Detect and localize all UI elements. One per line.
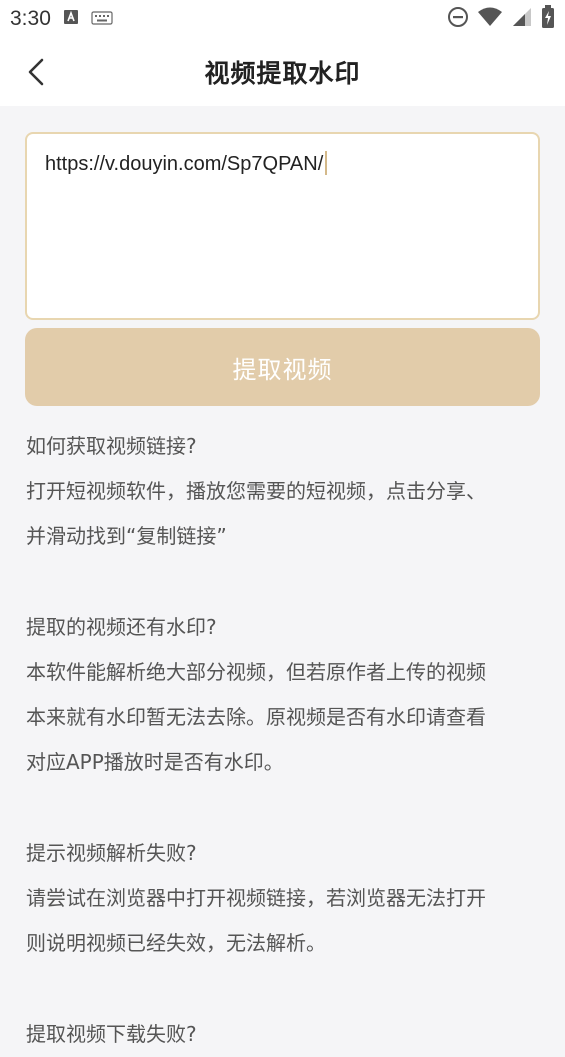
- text-caret: [325, 151, 328, 175]
- faq-answer-line: 则说明视频已经失效，无法解析。: [26, 931, 326, 955]
- faq-answer-line: 打开短视频软件，播放您需要的短视频，点击分享、: [26, 479, 486, 503]
- status-right: [447, 5, 555, 33]
- back-button[interactable]: [18, 54, 54, 90]
- status-bar: 3:30: [0, 0, 565, 38]
- battery-icon: [541, 5, 555, 33]
- wifi-icon: [477, 6, 503, 32]
- url-input-value: https://v.douyin.com/Sp7QPAN/: [45, 153, 324, 175]
- faq-answer-line: 请尝试在浏览器中打开视频链接，若浏览器无法打开: [26, 886, 486, 910]
- faq-question: 提示视频解析失败?: [26, 841, 197, 865]
- url-input[interactable]: https://v.douyin.com/Sp7QPAN/: [25, 132, 540, 320]
- status-time: 3:30: [10, 7, 51, 30]
- faq-spacer: [26, 559, 546, 605]
- extract-video-button[interactable]: 提取视频: [25, 328, 540, 406]
- navigation-bar: 视频提取水印: [0, 38, 565, 106]
- faq-answer-line: 并滑动找到“复制链接”: [26, 524, 227, 548]
- faq-answer-line: 本来就有水印暂无法去除。原视频是否有水印请查看: [26, 705, 486, 729]
- cellular-signal-icon: [511, 6, 533, 32]
- faq-answer-line: 本软件能解析绝大部分视频，但若原作者上传的视频: [26, 660, 486, 684]
- faq-spacer: [26, 785, 546, 831]
- status-left: 3:30: [10, 7, 113, 31]
- faq-section: 如何获取视频链接? 打开短视频软件，播放您需要的短视频，点击分享、 并滑动找到“…: [26, 424, 546, 1057]
- chevron-left-icon: [28, 58, 44, 86]
- page-title: 视频提取水印: [204, 59, 361, 88]
- keyboard-icon: [91, 10, 113, 29]
- faq-question: 提取的视频还有水印?: [26, 615, 217, 639]
- do-not-disturb-icon: [447, 6, 469, 32]
- faq-question: 提取视频下载失败?: [26, 1022, 197, 1046]
- font-notification-icon: [63, 9, 79, 29]
- faq-spacer: [26, 966, 546, 1012]
- faq-question: 如何获取视频链接?: [26, 434, 197, 458]
- faq-answer-line: 对应APP播放时是否有水印。: [26, 750, 284, 774]
